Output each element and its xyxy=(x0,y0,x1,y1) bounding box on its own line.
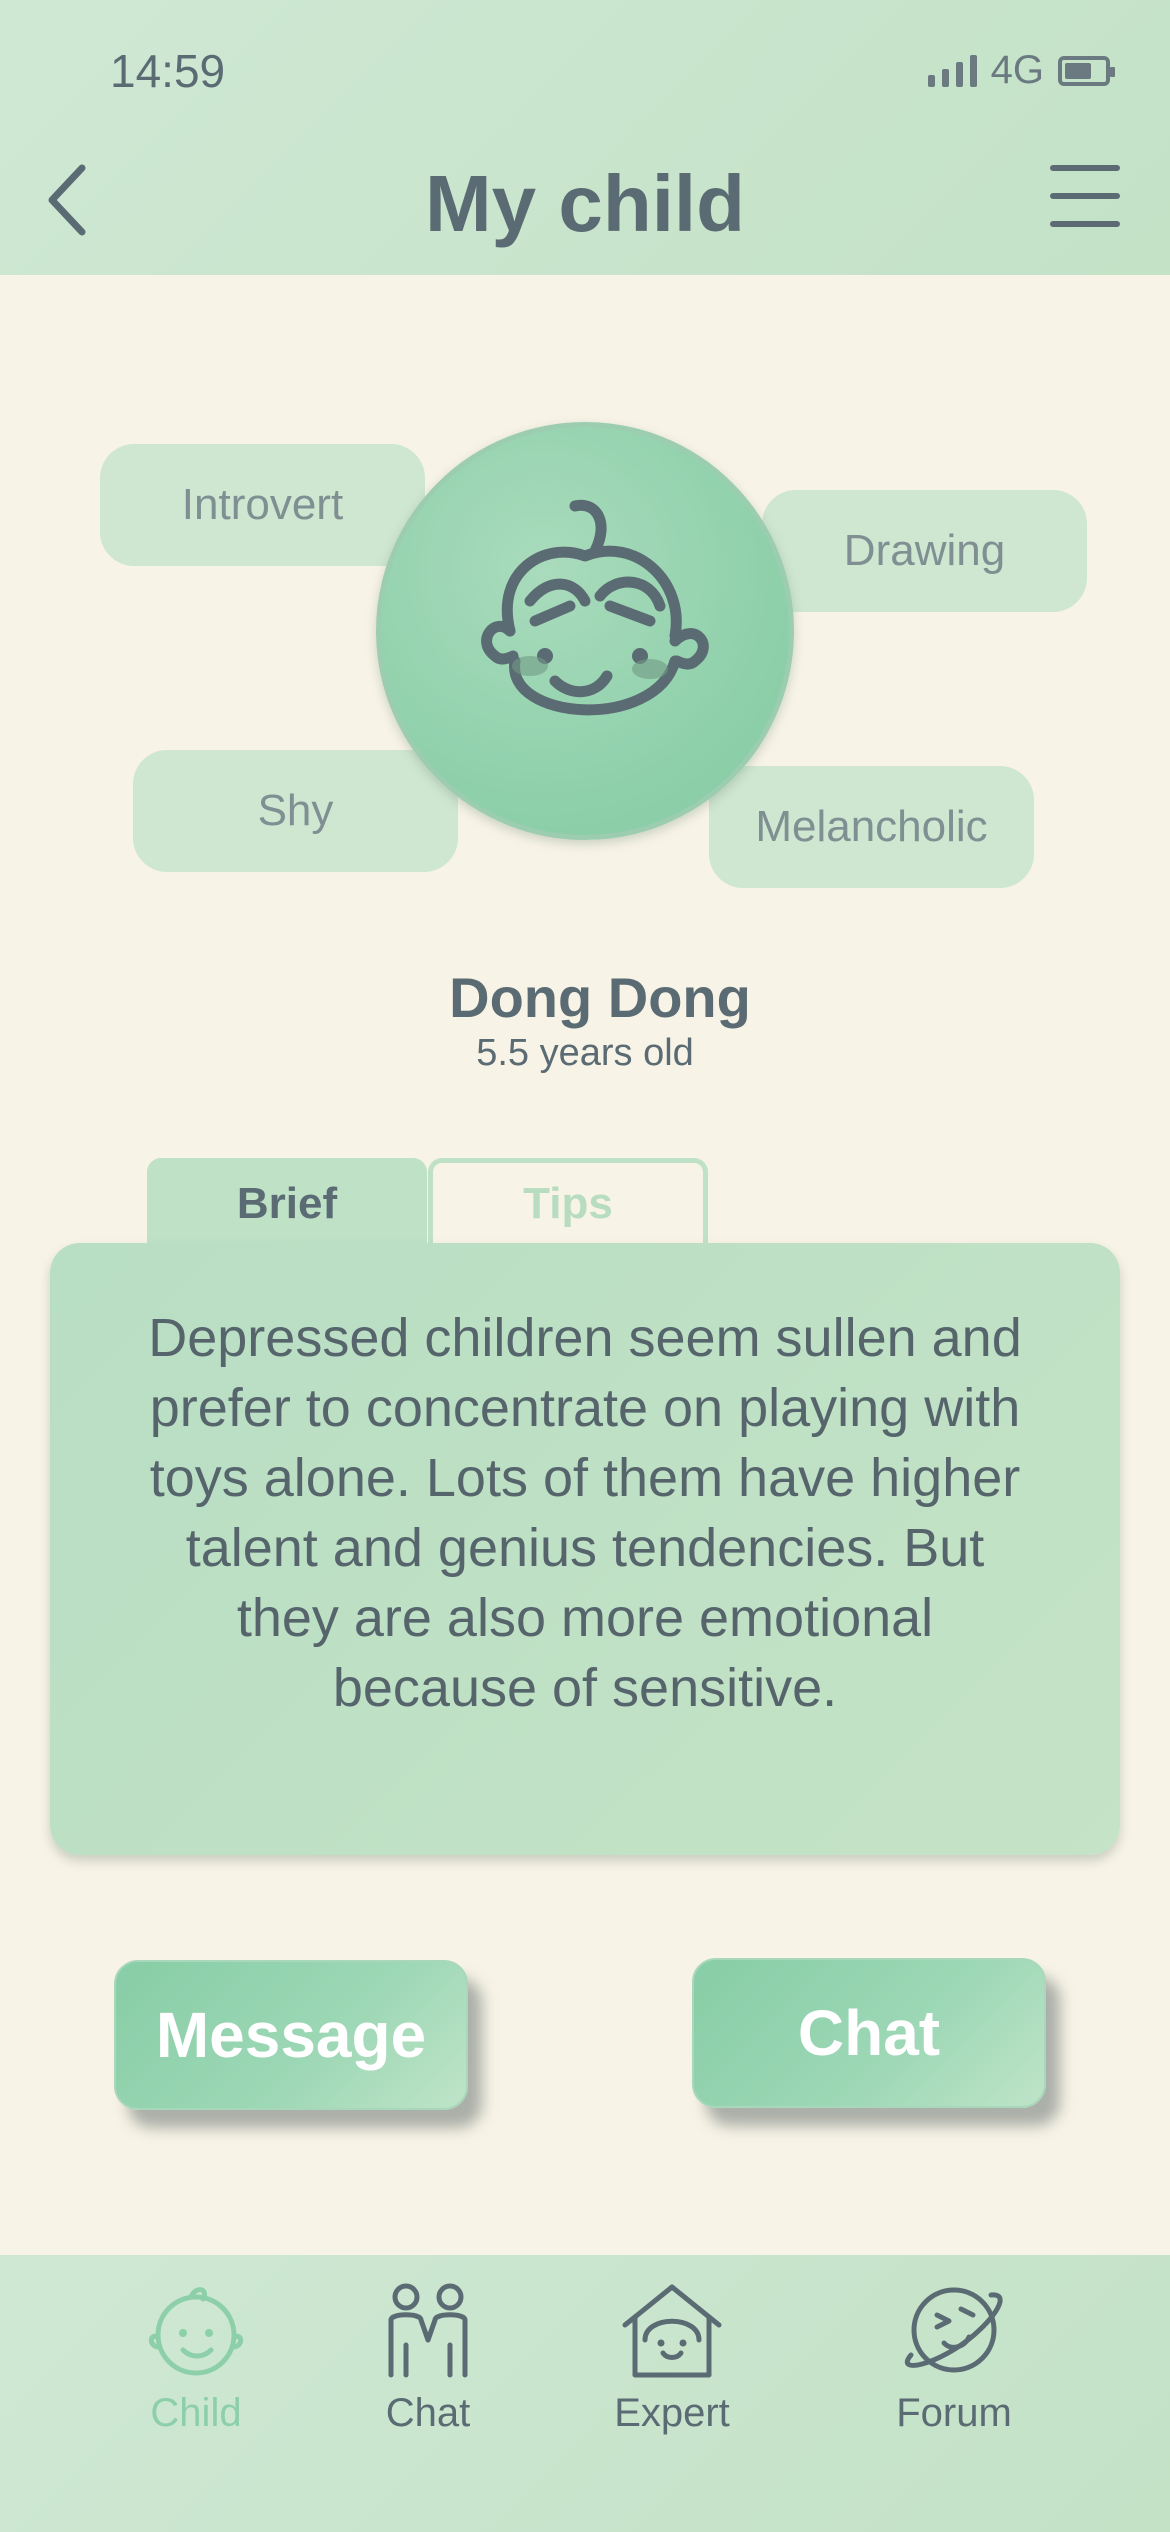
nav-item-chat[interactable]: Chat xyxy=(328,2275,528,2436)
chat-button[interactable]: Chat xyxy=(692,1958,1046,2108)
status-indicators: 4G xyxy=(927,48,1115,93)
battery-icon xyxy=(1058,55,1115,86)
child-face-icon xyxy=(148,2287,244,2376)
planet-icon xyxy=(904,2287,1003,2373)
child-age: 5.5 years old xyxy=(476,1032,694,1074)
nav-label-chat: Chat xyxy=(385,2391,471,2435)
status-time: 14:59 xyxy=(110,45,226,97)
people-icon xyxy=(388,2283,468,2378)
tag-introvert: Introvert xyxy=(100,444,425,566)
child-avatar[interactable] xyxy=(376,422,794,840)
house-face-icon xyxy=(622,2284,722,2378)
nav-item-expert[interactable]: Expert xyxy=(572,2275,772,2436)
tab-tips[interactable]: Tips xyxy=(428,1158,708,1244)
child-face-icon xyxy=(481,499,709,716)
menu-button[interactable] xyxy=(1050,165,1120,227)
nav-label-forum: Forum xyxy=(896,2391,1012,2435)
tag-shy: Shy xyxy=(133,750,458,872)
network-label: 4G xyxy=(990,48,1044,92)
brief-text: Depressed children seem sullen and prefe… xyxy=(148,1308,1022,1718)
tab-brief[interactable]: Brief xyxy=(147,1158,427,1250)
nav-label-expert: Expert xyxy=(614,2391,730,2435)
signal-icon xyxy=(927,54,977,87)
tag-melancholic: Melancholic xyxy=(709,766,1034,888)
brief-card: Depressed children seem sullen and prefe… xyxy=(50,1243,1120,1855)
message-button[interactable]: Message xyxy=(114,1960,468,2110)
nav-label-child: Child xyxy=(150,2391,242,2435)
nav-item-child[interactable]: Child xyxy=(96,2275,296,2436)
header: 14:59 4G My child xyxy=(0,0,1170,275)
bottom-nav: Child Chat Expert Forum xyxy=(0,2255,1170,2532)
page-title: My child xyxy=(424,159,746,248)
child-name: Dong Dong xyxy=(449,966,751,1029)
nav-item-forum[interactable]: Forum xyxy=(854,2275,1054,2436)
tag-drawing: Drawing xyxy=(762,490,1087,612)
